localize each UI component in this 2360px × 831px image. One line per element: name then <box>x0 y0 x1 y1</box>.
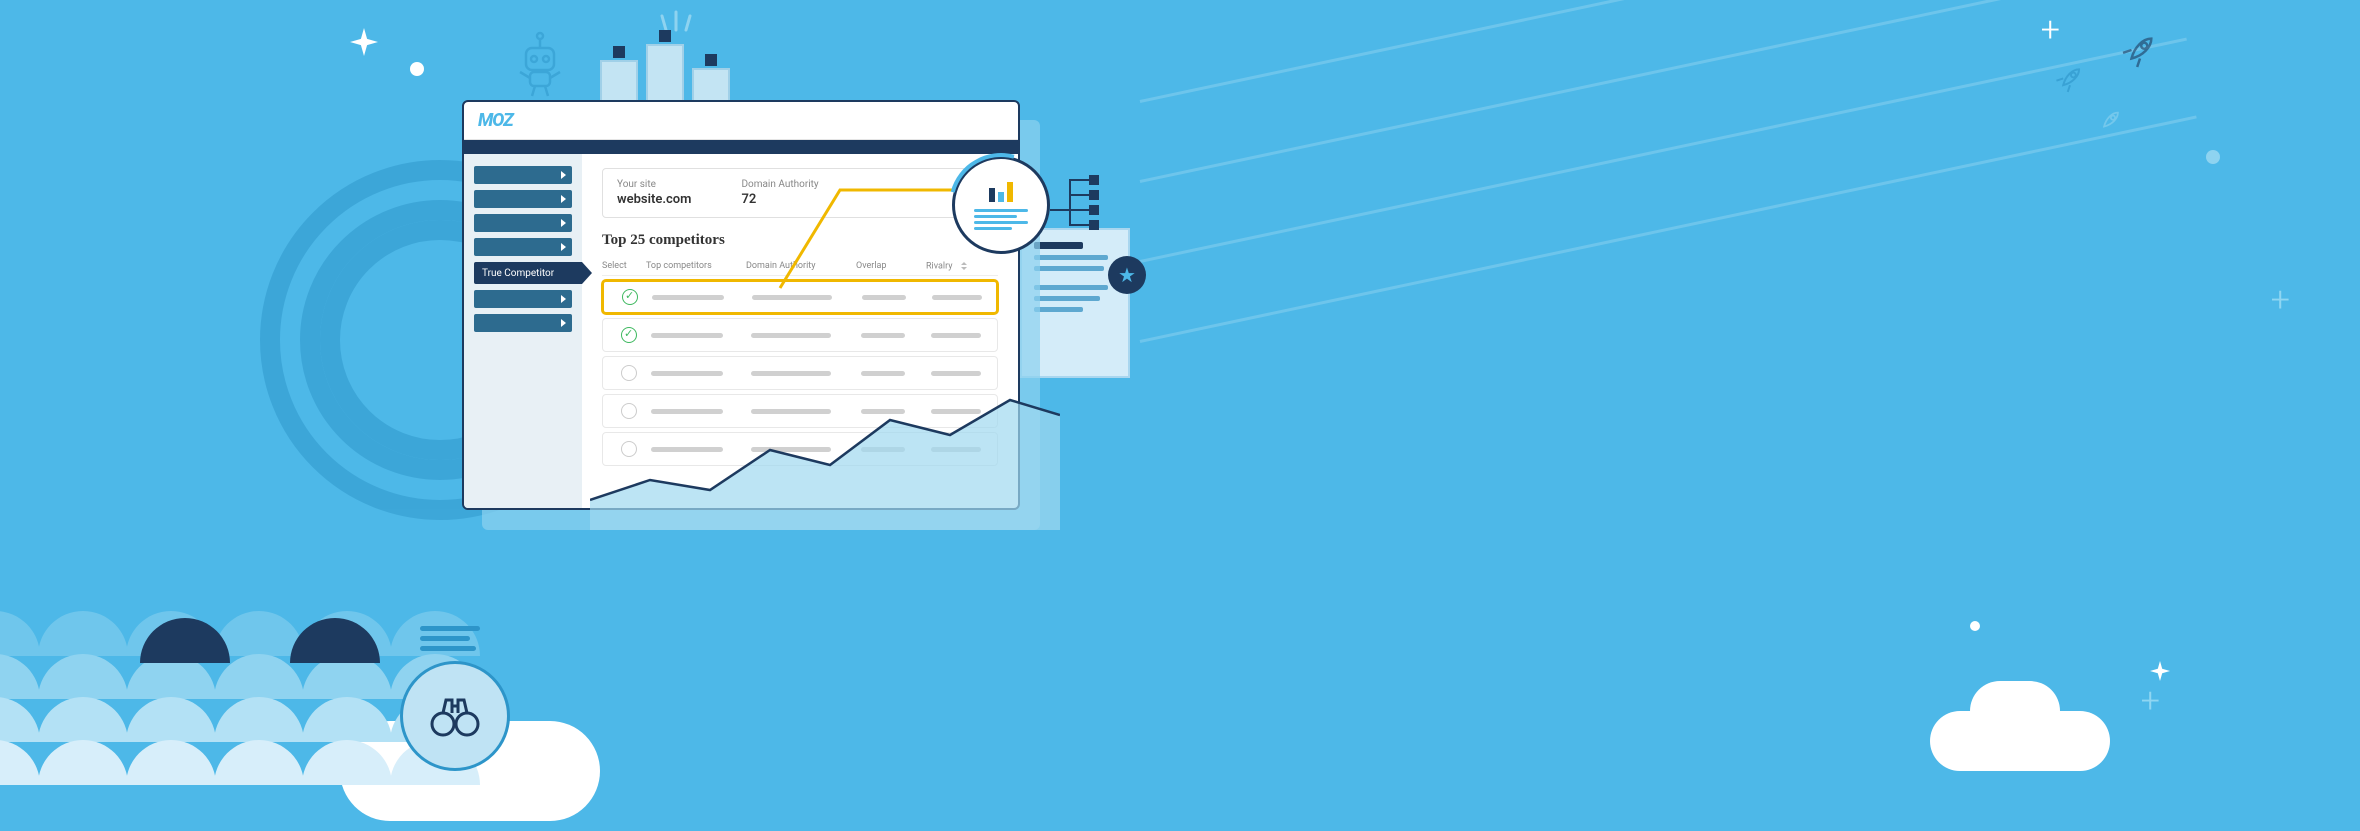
placeholder-bar <box>751 371 831 376</box>
placeholder-bar <box>651 409 723 414</box>
column-header-competitors[interactable]: Top competitors <box>646 261 746 271</box>
table-header: Select Top competitors Domain Authority … <box>602 257 998 276</box>
domain-authority-metric: Domain Authority 72 <box>741 179 818 207</box>
binoculars-icon <box>428 694 482 738</box>
app-header: MOZ <box>464 102 1018 140</box>
metric-value: 72 <box>741 192 818 207</box>
dot-decoration <box>410 62 424 76</box>
placeholder-bar <box>651 371 723 376</box>
rocket-icon <box>2096 107 2124 138</box>
magnify-lens-decoration <box>952 156 1050 254</box>
sort-icon <box>959 261 969 271</box>
binoculars-badge <box>400 661 510 771</box>
placeholder-bar <box>751 447 831 452</box>
table-row[interactable] <box>602 356 998 390</box>
placeholder-bar <box>861 409 905 414</box>
plus-decoration: + <box>2141 681 2160 721</box>
select-checkbox[interactable] <box>621 403 637 419</box>
dot-decoration <box>1970 621 1980 631</box>
app-toolbar <box>464 140 1018 154</box>
text-lines-decoration <box>420 626 480 651</box>
sidebar-item[interactable] <box>474 314 572 332</box>
placeholder-bar <box>751 333 831 338</box>
placeholder-bar <box>931 333 981 338</box>
placeholder-bar <box>932 295 982 300</box>
sidebar-item[interactable] <box>474 190 572 208</box>
sidebar: True Competitor <box>464 154 582 508</box>
select-checkbox[interactable] <box>621 327 637 343</box>
sidebar-item[interactable] <box>474 238 572 256</box>
section-title: Top 25 competitors <box>602 232 998 249</box>
app-window: MOZ True Competitor Your site website.co… <box>462 100 1020 510</box>
rocket-icon <box>2054 62 2086 97</box>
podium-decoration <box>600 44 730 104</box>
lens-branches-decoration <box>1050 170 1120 254</box>
select-checkbox[interactable] <box>621 441 637 457</box>
placeholder-bar <box>751 409 831 414</box>
table-row[interactable] <box>602 318 998 352</box>
star-badge-icon: ★ <box>1108 256 1146 294</box>
table-body <box>602 280 998 466</box>
table-row[interactable] <box>602 394 998 428</box>
sparkle-icon <box>350 28 378 56</box>
placeholder-bar <box>752 295 832 300</box>
sidebar-item[interactable] <box>474 166 572 184</box>
sidebar-item[interactable] <box>474 290 572 308</box>
placeholder-bar <box>651 447 723 452</box>
cloud-decoration <box>1970 681 2060 741</box>
diagonal-lines-decoration <box>1140 60 2240 420</box>
metric-value: website.com <box>617 192 691 207</box>
placeholder-bar <box>652 295 724 300</box>
select-checkbox[interactable] <box>621 365 637 381</box>
placeholder-bar <box>862 295 906 300</box>
placeholder-bar <box>861 371 905 376</box>
select-checkbox[interactable] <box>622 289 638 305</box>
your-site-metric: Your site website.com <box>617 179 691 207</box>
column-header-da[interactable]: Domain Authority <box>746 261 856 271</box>
metric-label: Domain Authority <box>741 179 818 190</box>
brand-logo: MOZ <box>478 110 513 131</box>
sidebar-item-label: True Competitor <box>482 268 554 279</box>
rocket-icon <box>2120 30 2160 74</box>
placeholder-bar <box>651 333 723 338</box>
site-metrics-card: Your site website.com Domain Authority 7… <box>602 168 998 218</box>
placeholder-bar <box>931 447 981 452</box>
dark-bump-decoration <box>290 618 380 663</box>
column-header-rivalry[interactable]: Rivalry <box>926 261 998 271</box>
dark-bump-decoration <box>140 618 230 663</box>
table-row[interactable] <box>602 280 998 314</box>
plus-decoration: + <box>2041 10 2060 50</box>
sparkle-icon <box>2150 661 2170 681</box>
plus-decoration: + <box>2271 280 2290 320</box>
dot-decoration <box>2206 150 2220 164</box>
column-header-select[interactable]: Select <box>602 261 646 271</box>
placeholder-bar <box>861 447 905 452</box>
sidebar-item-true-competitor[interactable]: True Competitor <box>474 262 582 284</box>
robot-icon <box>510 30 570 104</box>
table-row[interactable] <box>602 432 998 466</box>
sidebar-item[interactable] <box>474 214 572 232</box>
placeholder-bar <box>861 333 905 338</box>
placeholder-bar <box>931 371 981 376</box>
placeholder-bar <box>931 409 981 414</box>
column-header-overlap[interactable]: Overlap <box>856 261 926 271</box>
metric-label: Your site <box>617 179 691 190</box>
